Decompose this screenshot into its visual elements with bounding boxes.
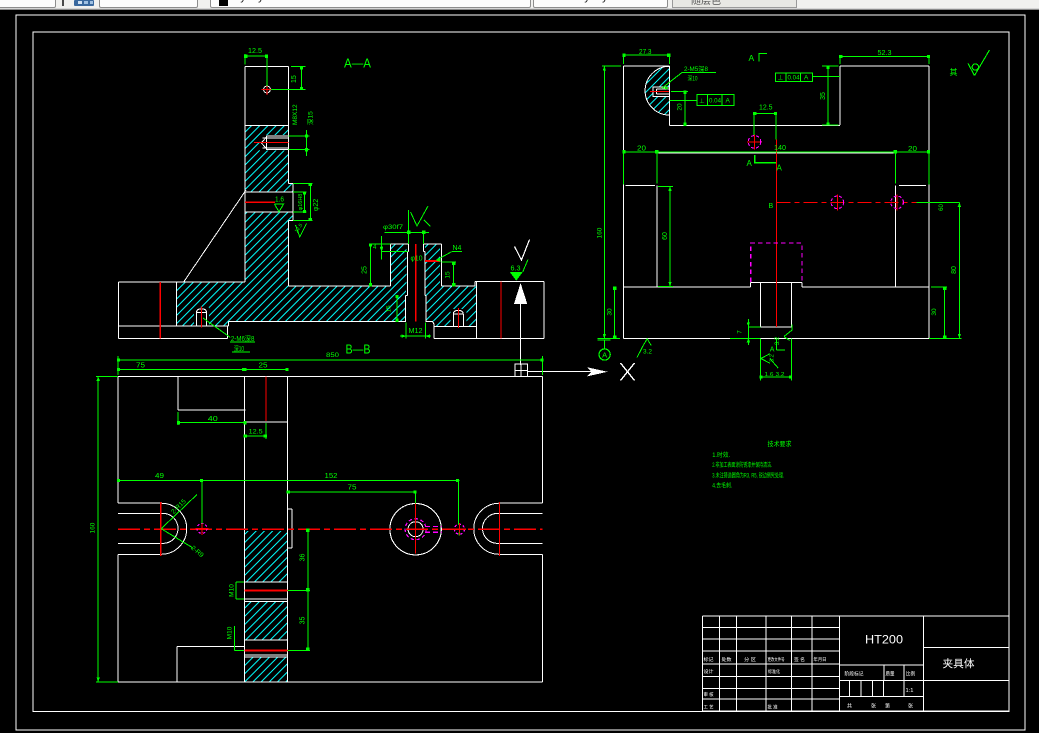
svg-text:35: 35 [820, 92, 827, 100]
svg-text:36: 36 [300, 554, 307, 562]
svg-text:φ30f7: φ30f7 [383, 224, 403, 231]
svg-text:1.6: 1.6 [275, 197, 284, 204]
svg-text:3.2: 3.2 [776, 372, 785, 378]
svg-text:15: 15 [291, 75, 298, 83]
svg-text:分 区: 分 区 [744, 656, 756, 663]
svg-text:共: 共 [847, 703, 852, 710]
svg-text:25: 25 [259, 362, 268, 369]
svg-text:52.3: 52.3 [878, 50, 892, 57]
svg-text:φ10: φ10 [411, 256, 423, 263]
svg-text:160: 160 [90, 522, 97, 533]
svg-text:1:1: 1:1 [906, 688, 914, 694]
svg-text:M8X12: M8X12 [292, 104, 299, 125]
svg-text:年月日: 年月日 [814, 656, 827, 663]
svg-text:更改文件号: 更改文件号 [768, 656, 785, 663]
svg-text:850: 850 [326, 353, 340, 359]
svg-text:15: 15 [386, 305, 393, 313]
svg-text:35: 35 [300, 617, 307, 625]
svg-text:设计: 设计 [704, 668, 714, 675]
svg-text:160: 160 [597, 227, 604, 238]
svg-text:12.5: 12.5 [249, 429, 263, 436]
svg-text:6.3: 6.3 [511, 266, 521, 273]
svg-text:M12: M12 [409, 328, 423, 335]
svg-text:2-M6深8: 2-M6深8 [231, 334, 255, 343]
svg-text:30: 30 [931, 308, 938, 316]
svg-text:其: 其 [950, 68, 958, 77]
svg-text:φ16H8: φ16H8 [298, 194, 304, 211]
svg-text:12.5: 12.5 [248, 48, 262, 55]
svg-text:49: 49 [155, 473, 164, 480]
svg-text:2.非加工表面涂防锈漆并保持清洁.: 2.非加工表面涂防锈漆并保持清洁. [712, 461, 772, 469]
svg-text:A: A [777, 164, 783, 173]
svg-text:N4: N4 [453, 245, 462, 252]
svg-text:60: 60 [662, 232, 669, 240]
svg-text:夹具体: 夹具体 [943, 657, 976, 670]
svg-text:1.时效.: 1.时效. [712, 451, 730, 459]
svg-text:3.2: 3.2 [643, 350, 653, 356]
svg-text:140: 140 [774, 145, 786, 152]
svg-text:80: 80 [951, 266, 958, 274]
svg-text:标准化: 标准化 [768, 668, 780, 675]
svg-text:40: 40 [208, 416, 218, 423]
svg-text:张: 张 [871, 703, 876, 710]
svg-text:B: B [769, 203, 774, 210]
svg-text:152: 152 [325, 473, 338, 480]
svg-text:阶段标记: 阶段标记 [845, 671, 864, 678]
svg-text:0.04: 0.04 [709, 99, 722, 105]
svg-text:75: 75 [136, 362, 145, 369]
svg-text:M10: M10 [229, 584, 236, 597]
svg-text:A: A [726, 98, 731, 105]
svg-text:3.2: 3.2 [770, 354, 776, 362]
svg-text:20: 20 [908, 146, 917, 153]
svg-text:深15: 深15 [306, 111, 315, 125]
svg-text:工 艺: 工 艺 [704, 704, 714, 710]
svg-text:标记: 标记 [704, 656, 714, 663]
svg-text:30: 30 [606, 308, 613, 316]
svg-text:3.未注铸造圆角为R3, R5, 锐边倒髠处理.: 3.未注铸造圆角为R3, R5, 锐边倒髠处理. [712, 471, 784, 479]
svg-text:2-M5深8: 2-M5深8 [684, 64, 708, 73]
svg-text:深10: 深10 [234, 344, 244, 353]
svg-text:⊥: ⊥ [699, 98, 705, 105]
svg-text:比例: 比例 [906, 671, 915, 678]
svg-text:⊥: ⊥ [778, 75, 784, 82]
svg-text:HT200: HT200 [865, 633, 903, 647]
svg-text:A: A [770, 347, 775, 354]
svg-text:A: A [747, 159, 753, 168]
svg-text:12.5: 12.5 [759, 105, 773, 112]
svg-text:质量: 质量 [886, 671, 895, 678]
svg-text:25: 25 [362, 266, 369, 274]
svg-text:4.去毛刺.: 4.去毛刺. [712, 482, 732, 490]
svg-text:签 名: 签 名 [794, 656, 805, 663]
svg-text:技术要求: 技术要求 [768, 439, 792, 448]
svg-text:批 准: 批 准 [768, 703, 778, 710]
svg-text:B—B: B—B [346, 342, 371, 357]
svg-text:75: 75 [348, 485, 357, 492]
svg-text:1.6: 1.6 [765, 372, 774, 378]
svg-text:φ22: φ22 [313, 199, 320, 211]
svg-text:A: A [749, 53, 755, 63]
svg-text:A—A: A—A [344, 56, 371, 71]
svg-text:20: 20 [637, 145, 646, 152]
svg-text:深10: 深10 [688, 74, 699, 82]
svg-text:27.3: 27.3 [639, 49, 652, 56]
svg-text:60: 60 [939, 204, 945, 211]
svg-text:第: 第 [885, 703, 890, 710]
svg-text:A: A [804, 75, 809, 82]
svg-text:审 核: 审 核 [704, 691, 714, 698]
svg-text:15: 15 [445, 271, 452, 279]
svg-text:20: 20 [677, 103, 684, 111]
svg-text:A: A [602, 350, 607, 359]
svg-text:处数: 处数 [722, 656, 732, 663]
svg-text:0.04: 0.04 [788, 76, 801, 82]
svg-text:M10: M10 [227, 626, 234, 639]
svg-text:张: 张 [908, 703, 913, 710]
